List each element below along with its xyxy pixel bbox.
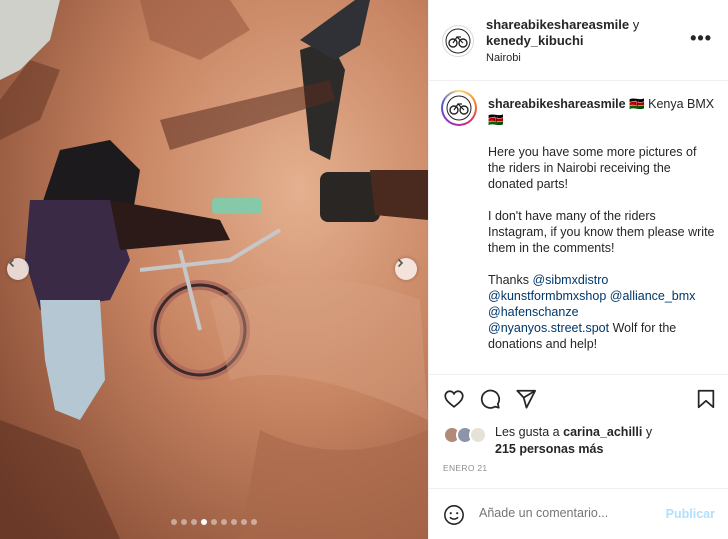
likes-prefix: Les gusta a	[495, 425, 560, 439]
comment-icon[interactable]	[479, 388, 501, 410]
post-header: shareabikeshareasmile y kenedy_kibuchi N…	[429, 0, 728, 81]
action-bar	[429, 384, 728, 416]
smiley-icon[interactable]	[443, 504, 465, 526]
carousel-dot	[221, 519, 227, 525]
bike-logo-icon	[446, 95, 472, 121]
carousel-dot	[171, 519, 177, 525]
carousel-dot	[231, 519, 237, 525]
carousel-dot	[211, 519, 217, 525]
likes-summary: Les gusta a carina_achilli y 215 persona…	[443, 424, 723, 460]
author-connector: y	[632, 17, 640, 32]
likes-text: Les gusta a carina_achilli y 215 persona…	[495, 424, 652, 458]
post-sidebar: shareabikeshareasmile y kenedy_kibuchi N…	[428, 0, 728, 539]
liker-username[interactable]: carina_achilli	[563, 425, 642, 439]
caption-headline: Kenya BMX	[648, 97, 715, 111]
more-options-button[interactable]: •••	[690, 29, 712, 47]
caption-paragraph: I don't have many of the riders Instagra…	[488, 209, 715, 255]
comments-area: shareabikeshareasmile 🇰🇪 Kenya BMX 🇰🇪 He…	[429, 82, 728, 375]
mention-link[interactable]: @hafenschanze	[488, 305, 579, 319]
mention-link[interactable]: @kunstformbmxshop	[488, 289, 606, 303]
publish-button[interactable]: Publicar	[666, 507, 715, 521]
carousel-dot	[191, 519, 197, 525]
carousel-dot	[251, 519, 257, 525]
bookmark-icon[interactable]	[695, 388, 717, 410]
likes-count[interactable]: 215 personas más	[495, 442, 603, 456]
post-location[interactable]: Nairobi	[486, 52, 521, 64]
caption-author[interactable]: shareabikeshareasmile	[488, 97, 626, 111]
author-names: shareabikeshareasmile y kenedy_kibuchi	[486, 17, 639, 49]
chevron-left-icon	[8, 258, 15, 268]
author-username[interactable]: shareabikeshareasmile	[486, 17, 629, 32]
mention-link[interactable]: @nyanyos.street.spot	[488, 321, 609, 335]
add-comment-bar: Publicar	[429, 488, 728, 539]
flag-kenya: 🇰🇪	[629, 97, 645, 111]
photo-bmx-riders	[0, 0, 428, 539]
paper-plane-icon[interactable]	[515, 388, 537, 410]
caption-author-avatar[interactable]	[441, 90, 477, 126]
coauthor-username[interactable]: kenedy_kibuchi	[486, 33, 584, 48]
carousel-indicator	[0, 519, 428, 525]
heart-icon[interactable]	[443, 388, 465, 410]
chevron-right-icon	[397, 258, 404, 268]
caption-thanks: Thanks	[488, 273, 529, 287]
carousel-prev-button[interactable]	[7, 258, 29, 280]
carousel-next-button[interactable]	[395, 258, 417, 280]
carousel-dot	[181, 519, 187, 525]
mention-link[interactable]: @alliance_bmx	[610, 289, 696, 303]
carousel-dot	[201, 519, 207, 525]
caption-paragraph: Here you have some more pictures of the …	[488, 145, 697, 191]
post-caption: shareabikeshareasmile 🇰🇪 Kenya BMX 🇰🇪 He…	[488, 96, 716, 368]
flag-kenya: 🇰🇪	[488, 113, 504, 127]
likes-connector: y	[645, 425, 653, 439]
post-date[interactable]: ENERO 21	[443, 463, 487, 473]
mention-link[interactable]: @sibmxdistro	[532, 273, 608, 287]
comment-input[interactable]	[479, 506, 659, 520]
post-photo[interactable]	[0, 0, 428, 539]
author-avatar[interactable]	[442, 25, 474, 57]
carousel-dot	[241, 519, 247, 525]
bike-logo-icon	[445, 28, 471, 54]
liker-avatar[interactable]	[469, 426, 487, 444]
